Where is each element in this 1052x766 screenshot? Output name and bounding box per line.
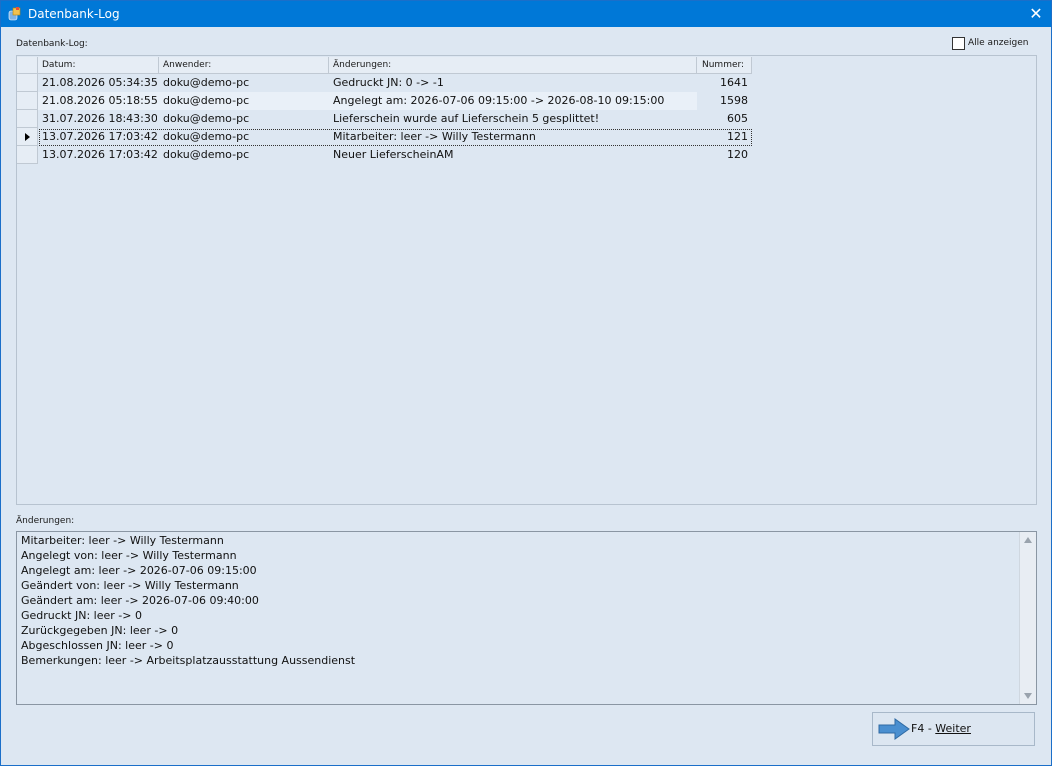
cell-aenderung: Lieferschein wurde auf Lieferschein 5 ge…	[333, 112, 600, 125]
details-line: Geändert am: leer -> 2026-07-06 09:40:00	[21, 594, 259, 607]
cell-nummer: 120	[727, 148, 748, 161]
row-indicator[interactable]	[17, 74, 38, 92]
next-button-text: Weiter	[935, 722, 971, 735]
cell-nummer: 1598	[720, 94, 748, 107]
details-label: Änderungen:	[16, 516, 75, 526]
cell-anwender: doku@demo-pc	[163, 130, 250, 143]
details-line: Geändert von: leer -> Willy Testermann	[21, 579, 239, 592]
close-icon: ✕	[1029, 4, 1043, 23]
vertical-scrollbar[interactable]	[1019, 532, 1036, 704]
details-line: Mitarbeiter: leer -> Willy Testermann	[21, 534, 224, 547]
row-indicator-header	[17, 57, 38, 74]
title-bar[interactable]: Datenbank-Log ✕	[1, 1, 1051, 27]
column-header-datum[interactable]: Datum:	[38, 57, 159, 74]
cell-datum: 31.07.2026 18:43:30	[42, 112, 157, 125]
details-lines: Mitarbeiter: leer -> Willy Testermann An…	[21, 533, 355, 668]
scroll-down-icon[interactable]	[1024, 693, 1032, 699]
details-line: Angelegt von: leer -> Willy Testermann	[21, 549, 237, 562]
cell-nummer: 605	[727, 112, 748, 125]
next-button-label: F4 - Weiter	[911, 722, 971, 735]
datenbank-log-window: Datenbank-Log ✕ Datenbank-Log: Alle anze…	[0, 0, 1052, 766]
table-row-selected[interactable]: 13.07.2026 17:03:42 doku@demo-pc Mitarbe…	[17, 128, 752, 146]
column-header-anwender[interactable]: Anwender:	[159, 57, 329, 74]
arrow-right-icon	[878, 718, 910, 740]
cell-datum: 21.08.2026 05:18:55	[42, 94, 157, 107]
cell-aenderung: Neuer LieferscheinAM	[333, 148, 454, 161]
cell-anwender: doku@demo-pc	[163, 76, 250, 89]
next-button[interactable]: F4 - Weiter	[872, 712, 1035, 746]
row-indicator[interactable]	[17, 128, 38, 146]
row-indicator[interactable]	[17, 146, 38, 164]
next-button-key: F4 -	[911, 722, 936, 735]
log-grid[interactable]: Datum: Anwender: Änderungen: Nummer: 21.…	[16, 55, 1037, 505]
table-row[interactable]: 13.07.2026 17:03:42 doku@demo-pc Neuer L…	[17, 146, 752, 164]
current-row-arrow-icon	[25, 133, 30, 141]
grid-label: Datenbank-Log:	[16, 39, 88, 49]
table-row[interactable]: 31.07.2026 18:43:30 doku@demo-pc Liefers…	[17, 110, 752, 128]
cell-anwender: doku@demo-pc	[163, 94, 250, 107]
window-title: Datenbank-Log	[28, 7, 120, 21]
details-line: Bemerkungen: leer -> Arbeitsplatzausstat…	[21, 654, 356, 667]
show-all-label: Alle anzeigen	[968, 38, 1029, 48]
details-memo[interactable]: Mitarbeiter: leer -> Willy Testermann An…	[16, 531, 1037, 705]
details-line: Abgeschlossen JN: leer -> 0	[21, 639, 174, 652]
app-icon	[8, 7, 21, 21]
cell-datum: 21.08.2026 05:34:35	[42, 76, 157, 89]
cell-datum: 13.07.2026 17:03:42	[42, 148, 157, 161]
close-button[interactable]: ✕	[1021, 1, 1051, 27]
cell-nummer: 1641	[720, 76, 748, 89]
details-line: Angelegt am: leer -> 2026-07-06 09:15:00	[21, 564, 257, 577]
row-indicator[interactable]	[17, 110, 38, 128]
row-indicator[interactable]	[17, 92, 38, 110]
column-header-nummer[interactable]: Nummer:	[697, 57, 752, 74]
details-line: Gedruckt JN: leer -> 0	[21, 609, 142, 622]
scroll-up-icon[interactable]	[1024, 537, 1032, 543]
cell-anwender: doku@demo-pc	[163, 112, 250, 125]
cell-aenderung: Angelegt am: 2026-07-06 09:15:00 -> 2026…	[333, 94, 665, 107]
table-row[interactable]: 21.08.2026 05:18:55 doku@demo-pc Angeleg…	[17, 92, 752, 110]
details-line: Zurückgegeben JN: leer -> 0	[21, 624, 179, 637]
cell-anwender: doku@demo-pc	[163, 148, 250, 161]
cell-datum: 13.07.2026 17:03:42	[42, 130, 157, 143]
cell-nummer: 121	[727, 130, 748, 143]
cell-aenderung: Mitarbeiter: leer -> Willy Testermann	[333, 130, 536, 143]
checkbox-box[interactable]	[952, 37, 965, 50]
table-row[interactable]: 21.08.2026 05:34:35 doku@demo-pc Gedruck…	[17, 74, 752, 92]
cell-aenderung: Gedruckt JN: 0 -> -1	[333, 76, 444, 89]
column-header-aenderungen[interactable]: Änderungen:	[329, 57, 697, 74]
